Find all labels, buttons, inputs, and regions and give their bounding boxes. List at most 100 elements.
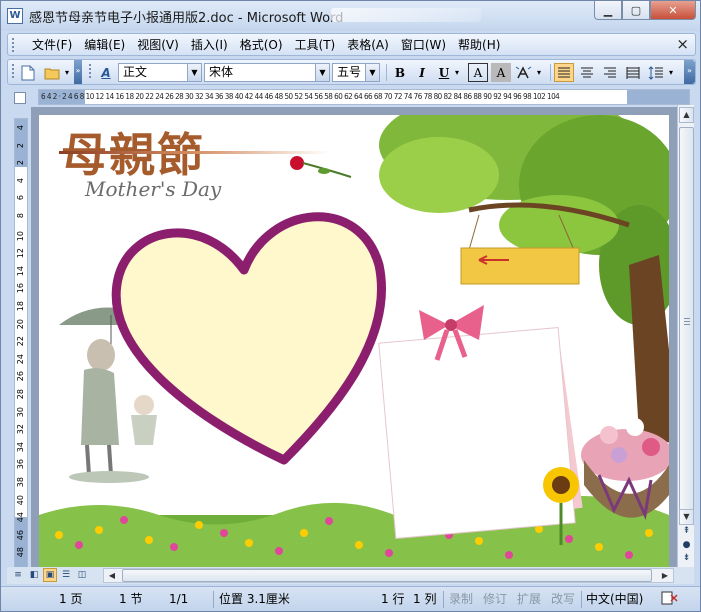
title-bar[interactable]: W 感恩节母亲节电子小报通用版2.doc - Microsoft Word ▁ …	[1, 1, 700, 31]
status-bar: 1 页 1 节 1/1 位置 3.1厘米 1 行 1 列 录制 修订 扩展 改写…	[1, 586, 700, 611]
menu-format[interactable]: 格式(O)	[234, 37, 289, 53]
status-language[interactable]: 中文(中国)	[586, 591, 643, 608]
document-page[interactable]: 母親節 Mother's Day	[39, 115, 669, 567]
minimize-button[interactable]: ▁	[594, 1, 622, 20]
close-button[interactable]: ✕	[650, 1, 696, 20]
scroll-right-button[interactable]: ▶	[657, 569, 673, 582]
select-browse-object-button[interactable]: ●	[680, 540, 693, 552]
vertical-ruler-tick: 2	[16, 160, 25, 166]
vertical-ruler-tick: 30	[16, 406, 25, 417]
horizontal-ruler[interactable]: 6 4 2 · 2 4 6 8 10 12 14 16 18 20 22 24 …	[38, 89, 690, 105]
word-window: W 感恩节母亲节电子小报通用版2.doc - Microsoft Word ▁ …	[0, 0, 701, 612]
align-right-icon	[604, 67, 616, 77]
open-dropdown-icon[interactable]: ▾	[62, 63, 72, 82]
character-scaling-button[interactable]	[514, 63, 534, 82]
underline-button[interactable]: U	[434, 63, 454, 82]
maximize-button[interactable]: ▢	[622, 1, 650, 20]
word-app-icon[interactable]: W	[7, 8, 23, 24]
vertical-ruler[interactable]: 4 2 2 4 6 8 10 12 14 16 18 20 22 24 26 28 30 32 34 36 38 40 44…	[14, 118, 28, 568]
toolbar-grip-icon[interactable]	[11, 63, 15, 79]
chevron-down-icon[interactable]: ▼	[315, 64, 329, 81]
vertical-ruler-tick: 44	[16, 512, 25, 523]
scroll-down-button[interactable]: ▼	[679, 509, 694, 525]
menu-help[interactable]: 帮助(H)	[452, 37, 506, 53]
new-document-icon	[21, 65, 35, 80]
book-check-icon	[661, 591, 678, 605]
document-area[interactable]: 母親節 Mother's Day	[31, 107, 677, 567]
status-separator	[443, 591, 444, 608]
distributed-align-icon	[626, 66, 640, 79]
vertical-ruler-tick: 24	[16, 353, 25, 364]
previous-page-button[interactable]: ⇞	[680, 526, 693, 538]
toolbar-overflow-icon[interactable]: »	[74, 60, 82, 84]
normal-view-button[interactable]: ≡	[11, 568, 25, 582]
distributed-align-button[interactable]	[623, 63, 643, 82]
character-border-button[interactable]: A	[468, 63, 488, 82]
chevron-down-icon[interactable]: ▼	[187, 64, 201, 81]
ruler-tick-labels: 6 4 2 · 2 4 6 8 10 12 14 16 18 20 22 24 …	[41, 92, 560, 101]
open-button[interactable]	[42, 63, 62, 82]
line-spacing-dropdown-icon[interactable]: ▾	[666, 63, 676, 82]
italic-button[interactable]: I	[412, 63, 432, 82]
toolbar-options-icon[interactable]: »	[684, 60, 695, 84]
align-center-button[interactable]	[577, 63, 597, 82]
status-extend-toggle[interactable]: 扩展	[517, 591, 541, 608]
title-glow	[331, 8, 481, 22]
vertical-scrollbar[interactable]: ▲ ▼ ⇞ ● ⇟	[677, 105, 694, 567]
vertical-ruler-tick: 22	[16, 336, 25, 347]
vertical-ruler-tick: 38	[16, 477, 25, 488]
web-view-button[interactable]: ◧	[27, 568, 41, 582]
menu-view[interactable]: 视图(V)	[131, 37, 185, 53]
status-overtype-toggle[interactable]: 改写	[551, 591, 575, 608]
menu-items: 文件(F) 编辑(E) 视图(V) 插入(I) 格式(O) 工具(T) 表格(A…	[26, 37, 506, 53]
menu-insert[interactable]: 插入(I)	[185, 37, 234, 53]
font-size-select[interactable]: 五号 ▼	[332, 63, 380, 82]
spelling-status-icon[interactable]	[661, 591, 679, 608]
document-close-button[interactable]: ×	[676, 35, 689, 53]
menu-window[interactable]: 窗口(W)	[395, 37, 452, 53]
menu-tools[interactable]: 工具(T)	[289, 37, 342, 53]
character-shading-button[interactable]: A	[491, 63, 511, 82]
menubar-grip-icon[interactable]	[11, 37, 15, 53]
menu-edit[interactable]: 编辑(E)	[78, 37, 131, 53]
mothers-day-subtitle: Mother's Day	[85, 177, 222, 201]
align-justify-icon	[558, 67, 570, 77]
scaling-dropdown-icon[interactable]: ▾	[534, 63, 544, 82]
line-spacing-button[interactable]	[646, 63, 666, 82]
next-page-button[interactable]: ⇟	[680, 553, 693, 565]
toolbar2-grip-icon[interactable]	[88, 63, 92, 79]
menu-table[interactable]: 表格(A)	[341, 37, 395, 53]
vertical-scroll-thumb[interactable]	[679, 127, 694, 521]
photo-card	[378, 326, 583, 540]
ruler-right-margin	[627, 90, 689, 104]
align-justify-button[interactable]	[554, 63, 574, 82]
vertical-ruler-tick: 10	[16, 230, 25, 241]
style-select[interactable]: 正文 ▼	[118, 63, 202, 82]
vertical-ruler-tick: 6	[16, 195, 25, 201]
align-right-button[interactable]	[600, 63, 620, 82]
underline-dropdown-icon[interactable]: ▾	[452, 63, 462, 82]
vertical-ruler-tick: 34	[16, 441, 25, 452]
bold-button[interactable]: B	[390, 63, 410, 82]
scroll-up-button[interactable]: ▲	[679, 107, 694, 123]
horizontal-scroll-thumb[interactable]	[122, 569, 652, 582]
status-record-toggle[interactable]: 录制	[449, 591, 473, 608]
status-track-changes-toggle[interactable]: 修订	[483, 591, 507, 608]
reading-view-button[interactable]: ◫	[75, 568, 89, 582]
new-document-button[interactable]	[18, 63, 38, 82]
styles-pane-button[interactable]: A	[96, 63, 116, 82]
chevron-down-icon[interactable]: ▼	[365, 64, 379, 81]
menu-file[interactable]: 文件(F)	[26, 37, 78, 53]
close-icon: ✕	[668, 3, 678, 17]
vertical-ruler-tick: 14	[16, 265, 25, 276]
font-select[interactable]: 宋体 ▼	[204, 63, 330, 82]
styles-pane-icon: A	[101, 65, 111, 80]
tab-selector-icon[interactable]	[14, 92, 26, 104]
status-page: 1 页	[59, 592, 83, 606]
scroll-left-button[interactable]: ◀	[104, 569, 120, 582]
vertical-ruler-tick: 8	[16, 213, 25, 219]
print-layout-view-button[interactable]: ▣	[43, 568, 57, 582]
horizontal-scroll-track[interactable]: ◀ ▶	[103, 568, 674, 583]
character-scaling-icon	[515, 65, 532, 78]
outline-view-button[interactable]: ☰	[59, 568, 73, 582]
